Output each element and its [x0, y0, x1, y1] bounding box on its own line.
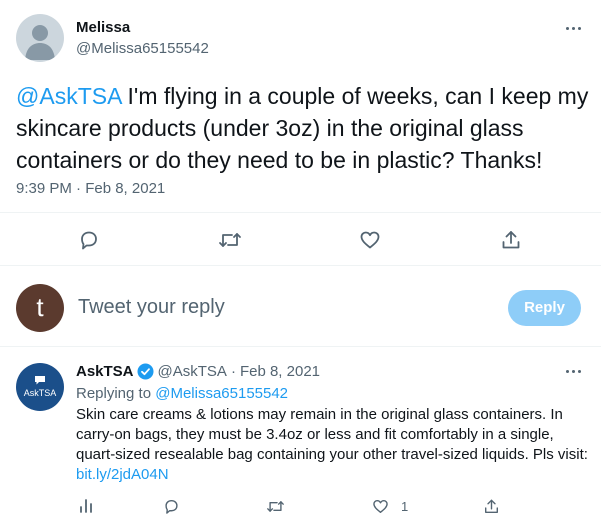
more-options-icon[interactable] — [566, 27, 581, 30]
chat-bubble-icon — [35, 376, 45, 385]
default-avatar-icon — [25, 25, 55, 60]
retweet-action[interactable] — [266, 498, 285, 515]
reply-author-name[interactable]: AskTSA — [76, 363, 134, 380]
analytics-action[interactable] — [78, 498, 94, 514]
author-avatar[interactable] — [16, 14, 64, 62]
retweet-action[interactable] — [218, 229, 242, 251]
divider — [0, 265, 601, 266]
replying-to-prefix: Replying to — [76, 385, 156, 402]
verified-badge-icon — [137, 363, 154, 380]
like-action[interactable] — [359, 229, 381, 251]
reply-author-handle[interactable]: @AskTSA — [158, 363, 227, 380]
retweet-icon — [267, 501, 284, 512]
author-handle[interactable]: @Melissa65155542 — [76, 40, 209, 57]
reply-input[interactable]: Tweet your reply — [78, 296, 478, 319]
replying-to-handle[interactable]: @Melissa65155542 — [155, 385, 288, 402]
reply-action[interactable] — [78, 229, 100, 251]
like-count: 1 — [401, 499, 409, 514]
heart-icon — [360, 231, 380, 249]
reply-action[interactable] — [163, 498, 180, 515]
more-options-icon[interactable] — [566, 370, 581, 373]
reply-body: Skin care creams & lotions may remain in… — [76, 406, 588, 463]
like-action[interactable]: 1 — [372, 498, 408, 515]
share-icon — [485, 499, 498, 513]
share-icon — [502, 231, 520, 249]
mention-link[interactable]: @AskTSA — [16, 83, 121, 109]
replying-to: Replying to @Melissa65155542 — [76, 385, 288, 402]
divider — [0, 346, 601, 347]
reply-text: Skin care creams & lotions may remain in… — [76, 405, 588, 485]
reply-link[interactable]: bit.ly/2jdA04N — [76, 466, 169, 483]
asktsa-avatar[interactable]: AskTSA — [16, 363, 64, 411]
reply-header: AskTSA @AskTSA · Feb 8, 2021 — [76, 363, 320, 380]
composer-avatar[interactable]: t — [16, 284, 64, 332]
asktsa-avatar-label: AskTSA — [23, 388, 57, 398]
tweet-timestamp[interactable]: 9:39 PM · Feb 8, 2021 — [16, 180, 165, 197]
share-action[interactable] — [500, 229, 522, 251]
reply-separator: · — [230, 363, 236, 380]
reply-button[interactable]: Reply — [508, 290, 581, 326]
share-action[interactable] — [483, 498, 500, 515]
author-name[interactable]: Melissa — [76, 19, 130, 36]
analytics-icon — [80, 499, 92, 513]
reply-icon — [165, 500, 178, 514]
divider — [0, 212, 601, 213]
retweet-icon — [219, 233, 241, 247]
reply-icon — [81, 231, 97, 250]
reply-date[interactable]: Feb 8, 2021 — [240, 363, 320, 380]
tweet-text: @AskTSA I'm flying in a couple of weeks,… — [16, 80, 591, 176]
heart-icon — [373, 500, 388, 513]
composer-avatar-letter: t — [36, 292, 44, 322]
